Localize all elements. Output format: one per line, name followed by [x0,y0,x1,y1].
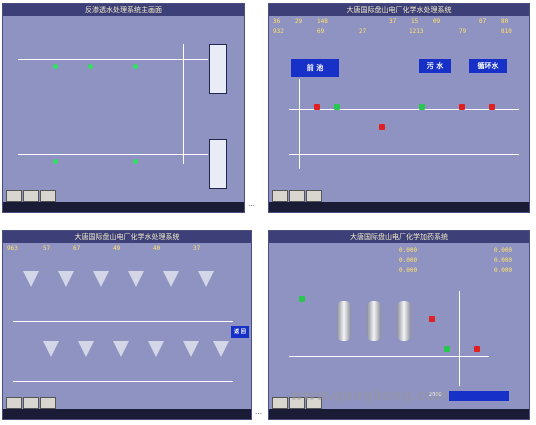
status-bar [269,409,529,419]
readout: 932 [273,28,284,35]
storage-tank [209,139,227,189]
hopper [113,341,129,357]
dosing-tank [367,301,381,341]
nav-button[interactable] [40,397,56,409]
readout: 0.000 [494,247,513,254]
pipe [459,291,460,386]
pool-waste[interactable]: 污 水 [419,59,451,73]
valve-icon[interactable] [489,104,495,110]
readout: 0.000 [494,257,513,264]
panel-bottom-left: 大唐国际盘山电厂化学水处理系统 963 57 67 49 40 37 返 回 [2,230,252,420]
hopper [213,341,229,357]
readout: 69 [317,28,325,35]
pipe [289,154,519,155]
readout: 07 [479,18,487,25]
hopper [128,271,144,287]
readout: 0.000 [399,267,418,274]
readout: 148 [317,18,328,25]
readout: 57 [43,245,51,252]
valve-icon[interactable] [419,104,425,110]
readout: 79 [459,28,467,35]
watermark: www.gongkong.com [290,388,450,404]
readout: 09 [433,18,441,25]
hopper [23,271,39,287]
pipe [13,321,233,322]
hopper [78,341,94,357]
hopper [58,271,74,287]
dosing-tank [397,301,411,341]
nav-button[interactable] [306,190,322,202]
pipe [18,154,208,155]
readout: 37 [389,18,397,25]
valve-icon[interactable] [429,316,435,322]
readout: 80 [501,18,509,25]
pump-icon[interactable] [133,159,138,164]
water-tank [449,391,509,401]
nav-button[interactable] [40,190,56,202]
valve-icon[interactable] [314,104,320,110]
storage-tank [209,44,227,94]
ellipsis: … [248,200,255,208]
status-bar [3,409,251,419]
status-bar [269,202,529,212]
nav-button[interactable] [23,397,39,409]
hopper [163,271,179,287]
readout: 67 [73,245,81,252]
panel-top-left: 反渗透水处理系统主画面 [2,3,245,213]
pipe [289,109,519,110]
valve-icon[interactable] [444,346,450,352]
pump-icon[interactable] [53,159,58,164]
valve-icon[interactable] [379,124,385,130]
status-bar [3,202,244,212]
readout: 963 [7,245,18,252]
readout: 0.000 [494,267,513,274]
readout: 810 [501,28,512,35]
nav-button[interactable] [6,397,22,409]
hopper [148,341,164,357]
panel-title: 大唐国际盘山电厂化学加药系统 [269,231,529,243]
hopper [198,271,214,287]
pump-icon[interactable] [133,64,138,69]
panel-title: 大唐国际盘山电厂化学水处理系统 [3,231,251,243]
nav-button[interactable] [6,190,22,202]
panel-title: 大唐国际盘山电厂化学水处理系统 [269,4,529,16]
pipe [18,59,208,60]
readout: 40 [153,245,161,252]
readout: 0.000 [399,247,418,254]
valve-icon[interactable] [334,104,340,110]
readout: 15 [411,18,419,25]
pipe [13,381,233,382]
pipe [299,79,300,169]
return-button[interactable]: 返 回 [231,326,249,338]
hopper [93,271,109,287]
readout: 27 [359,28,367,35]
hopper [183,341,199,357]
pump-icon[interactable] [53,64,58,69]
dosing-tank [337,301,351,341]
ellipsis: … [255,408,262,416]
nav-button[interactable] [272,190,288,202]
nav-button[interactable] [289,190,305,202]
pump-icon[interactable] [88,64,93,69]
readout: 0.000 [399,257,418,264]
pool-circulating[interactable]: 循环水 [469,59,507,73]
pool-front[interactable]: 前 池 [291,59,339,77]
valve-icon[interactable] [474,346,480,352]
valve-icon[interactable] [459,104,465,110]
panel-top-right: 大唐国际盘山电厂化学水处理系统 36 29 148 37 15 09 07 80… [268,3,530,213]
hopper [43,341,59,357]
readout: 36 [273,18,281,25]
valve-icon[interactable] [299,296,305,302]
nav-button[interactable] [23,190,39,202]
readout: 49 [113,245,121,252]
readout: 29 [295,18,303,25]
pipe [183,44,184,164]
readout: 1213 [409,28,424,35]
nav-button[interactable] [272,397,288,409]
panel-title: 反渗透水处理系统主画面 [3,4,244,16]
readout: 37 [193,245,201,252]
